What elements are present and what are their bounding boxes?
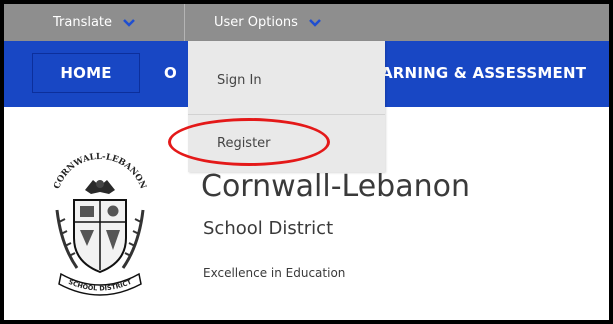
top-utility-bar: Translate User Options	[4, 4, 609, 41]
seal-logo-icon: CORNWALL-LEBANON SCHOOL DISTRICT	[52, 152, 148, 296]
browser-frame: Translate User Options HOME O ARNING & A…	[0, 0, 613, 324]
dropdown-separator	[188, 114, 385, 115]
chevron-down-icon	[123, 18, 135, 27]
topbar-divider	[184, 4, 185, 41]
translate-label: Translate	[53, 15, 113, 30]
school-name: Cornwall-Lebanon	[201, 169, 470, 204]
register-highlight-circle	[168, 118, 330, 166]
user-options-menu[interactable]: User Options	[214, 4, 322, 41]
nav-home[interactable]: HOME	[32, 53, 140, 93]
school-tagline: Excellence in Education	[203, 266, 346, 280]
nav-learning-assessment[interactable]: ARNING & ASSESSMENT	[381, 53, 586, 93]
school-subtitle: School District	[203, 218, 334, 239]
user-options-label: User Options	[214, 15, 298, 30]
nav-item-partial[interactable]: O	[164, 53, 177, 93]
chevron-down-icon	[309, 18, 321, 27]
translate-menu[interactable]: Translate	[53, 4, 136, 41]
sign-in-link[interactable]: Sign In	[217, 73, 262, 88]
